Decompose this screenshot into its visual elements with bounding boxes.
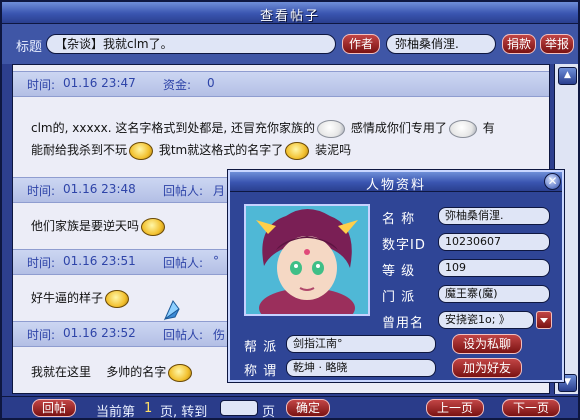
profile-school-label: 门 派 xyxy=(382,290,416,305)
profile-id-label: 数字ID xyxy=(382,238,426,253)
post-body: 他们家族是要逆天吗 xyxy=(31,215,167,237)
profile-titlebar[interactable]: 人物资料 xyxy=(230,172,562,193)
character-portrait-image xyxy=(246,206,368,314)
profile-gang-label: 帮 派 xyxy=(244,340,278,355)
profile-close-icon[interactable]: ✕ xyxy=(544,173,561,190)
post-time: 01.16 23:51 xyxy=(63,254,136,268)
reply-button[interactable]: 回帖 xyxy=(32,399,76,417)
post-extra: ° xyxy=(213,254,219,268)
pig-emoticon-icon xyxy=(448,119,477,138)
cool-emoticon-icon xyxy=(168,363,193,382)
report-button[interactable]: 举报 xyxy=(540,34,574,54)
post-time-label: 时间: xyxy=(27,328,56,342)
post-text: clm的, xxxxx. 这名字格式到处都是, 还冒充你家族的 xyxy=(31,121,316,135)
former-name-dropdown-icon[interactable] xyxy=(536,311,552,329)
current-page-number: 1 xyxy=(144,401,153,416)
profile-title: 人物资料 xyxy=(365,178,426,193)
profile-level-label: 等 级 xyxy=(382,264,416,279)
post-extra: 月 xyxy=(213,184,226,198)
profile-id-value: 10230607 xyxy=(438,233,550,251)
subject-row: 标题 【杂谈】我就clm了。 作者 弥柚桑俏浬. 捐款 举报 xyxy=(2,24,578,64)
post-extra-label: 回帖人: xyxy=(163,184,204,198)
crystal-cursor-icon xyxy=(163,300,180,321)
post-text: 有 xyxy=(482,121,495,135)
pig-emoticon-icon xyxy=(317,119,346,138)
post-extra-label: 资金: xyxy=(163,78,192,92)
scroll-up-button[interactable]: ▲ xyxy=(558,67,577,85)
profile-former-name-label: 曾用名 xyxy=(382,316,425,331)
author-button[interactable]: 作者 xyxy=(342,34,380,54)
post-extra: 伤 xyxy=(213,328,226,342)
profile-name-label: 名 称 xyxy=(382,212,416,227)
post-time-label: 时间: xyxy=(27,256,56,270)
prev-page-button[interactable]: 上一页 xyxy=(426,399,484,417)
post-text: 感情成你们专用了 xyxy=(350,121,447,135)
author-name-field: 弥柚桑俏浬. xyxy=(386,34,496,54)
post-text: 装泥吗 xyxy=(315,143,352,157)
post-header: 时间: 01.16 23:47 资金: 0 xyxy=(13,71,549,97)
post-body: 好牛逼的样子 xyxy=(31,287,131,309)
thinking-emoticon-icon xyxy=(105,289,130,308)
page-goto-label: 页, 转到 xyxy=(160,405,208,420)
page-prefix: 当前第 xyxy=(96,405,136,420)
post-text: 能耐给我杀到不玩 xyxy=(31,143,128,157)
next-page-button[interactable]: 下一页 xyxy=(502,399,560,417)
profile-level-value: 109 xyxy=(438,259,550,277)
goto-page-input[interactable] xyxy=(220,400,258,416)
profile-gang-value: 剑指江南° xyxy=(286,335,436,353)
confirm-page-button[interactable]: 确定 xyxy=(286,399,330,417)
thinking-emoticon-icon xyxy=(129,141,154,160)
post-time: 01.16 23:48 xyxy=(63,182,136,196)
post-text: 他们家族是要逆天吗 xyxy=(31,219,140,233)
post-text: 我就在这里 xyxy=(31,365,92,379)
post-time: 01.16 23:47 xyxy=(63,76,136,90)
add-friend-button[interactable]: 加为好友 xyxy=(452,358,522,378)
post-time-label: 时间: xyxy=(27,184,56,198)
window-title: 查看帖子 xyxy=(259,9,320,24)
thinking-emoticon-icon xyxy=(141,217,166,236)
post-extra: 0 xyxy=(207,76,215,90)
thinking-emoticon-icon xyxy=(285,141,310,160)
character-portrait xyxy=(244,204,370,316)
post-time-label: 时间: xyxy=(27,78,56,92)
character-profile-dialog: 人物资料 ✕ 名 称 弥柚桑俏浬. 数字ID 10230607 等 级 109 … xyxy=(228,170,564,382)
subject-label: 标题 xyxy=(16,40,43,55)
set-private-chat-button[interactable]: 设为私聊 xyxy=(452,334,522,354)
post-time: 01.16 23:52 xyxy=(63,326,136,340)
post-text: 我tm就这格式的名字了 xyxy=(158,143,284,157)
page-suffix: 页 xyxy=(262,405,276,420)
post-body: clm的, xxxxx. 这名字格式到处都是, 还冒充你家族的 感情成你们专用了… xyxy=(31,117,495,161)
window-titlebar[interactable]: 查看帖子 xyxy=(2,2,578,24)
post-text: 多帅的名字 xyxy=(106,365,167,379)
donate-button[interactable]: 捐款 xyxy=(502,34,536,54)
profile-title-value: 乾坤 · 略晓 xyxy=(286,359,436,377)
profile-former-name-select[interactable]: 安挠瓷1o; 》 xyxy=(438,311,534,329)
post-text: 好牛逼的样子 xyxy=(31,291,104,305)
post-extra-label: 回帖人: xyxy=(163,328,204,342)
pagination-bar: 回帖 当前第 1 页, 转到 页 确定 上一页 下一页 xyxy=(2,396,578,420)
profile-title-label: 称 谓 xyxy=(244,364,278,379)
profile-name-value: 弥柚桑俏浬. xyxy=(438,207,550,225)
post-body: 我就在这里 多帅的名字 xyxy=(31,361,194,383)
profile-school-value: 魔王寨(魔) xyxy=(438,285,550,303)
subject-field: 【杂谈】我就clm了。 xyxy=(46,34,336,54)
post-extra-label: 回帖人: xyxy=(163,256,204,270)
